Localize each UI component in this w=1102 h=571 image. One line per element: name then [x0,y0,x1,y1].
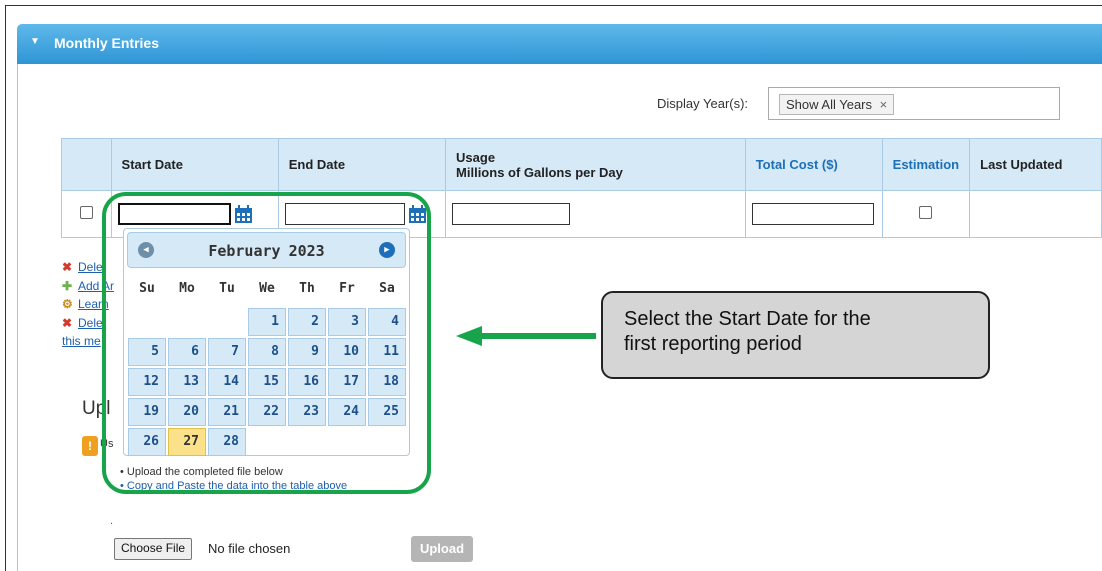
last-updated-cell [969,190,1102,238]
usage-header-line2: Millions of Gallons per Day [456,164,623,180]
chip-remove-icon[interactable]: × [880,97,888,112]
choose-file-button[interactable]: Choose File [114,538,193,560]
instruction-callout: Select the Start Date for the first repo… [601,291,990,379]
show-all-years-chip[interactable]: Show All Years × [779,94,895,115]
delete-icon: ✖ [62,315,73,330]
usage-cell [445,190,746,238]
learn-icon: ⚙ [62,297,73,311]
table-header-row: Start Date End Date Usage Millions of Ga… [61,138,1102,191]
upload-button[interactable]: Upload [411,536,473,562]
estimation-cell [881,190,971,238]
add-icon: ✚ [62,278,73,293]
estimation-checkbox[interactable] [919,206,933,219]
total-cost-cell [744,190,883,238]
end-date-header: End Date [277,138,447,191]
total-cost-header[interactable]: Total Cost ($) [744,138,883,191]
panel-title: Monthly Entries [54,35,160,51]
this-meter-link[interactable]: this me [62,334,101,348]
no-file-chosen-text: No file chosen [208,541,291,556]
collapse-chevron-icon[interactable]: ▼ [30,36,40,47]
pointer-arrow-icon [456,326,596,346]
total-cost-input[interactable] [751,203,874,225]
usage-header-line1: Usage [456,149,496,165]
usage-input[interactable] [452,203,571,225]
callout-line-2: first reporting period [624,333,802,355]
separator-dot: . [110,515,114,527]
last-updated-header: Last Updated [969,138,1102,191]
delete-meter-link[interactable]: Dele [78,316,103,330]
delete-link[interactable]: Dele [78,260,103,274]
delete-icon: ✖ [62,260,73,274]
estimation-header[interactable]: Estimation [881,138,971,191]
monthly-entries-panel-header[interactable]: ▼ Monthly Entries [17,24,1102,64]
select-all-header [61,138,112,191]
row-checkbox[interactable] [79,206,93,219]
start-date-header: Start Date [110,138,279,191]
display-years-label: Display Year(s): [657,96,749,111]
highlight-ring [102,192,431,494]
display-years-select[interactable]: Show All Years × [768,87,1060,120]
chip-label: Show All Years [786,97,873,112]
info-icon: ! [82,436,98,456]
callout-line-1: Select the Start Date for the [624,308,871,330]
usage-header: Usage Millions of Gallons per Day [445,138,746,191]
